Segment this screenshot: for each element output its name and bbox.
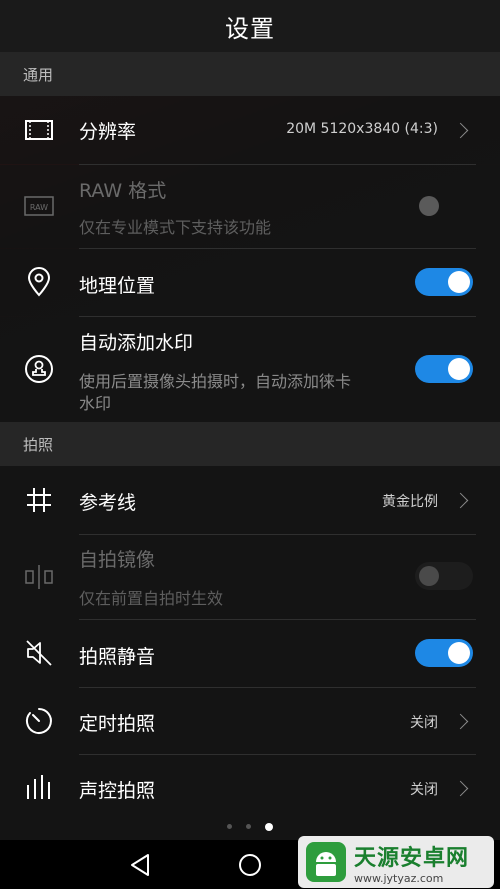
raw-toggle — [415, 192, 473, 220]
chevron-right-icon — [452, 492, 469, 509]
watermark-toggle[interactable] — [415, 355, 473, 383]
grid-icon — [27, 488, 51, 512]
setting-label: 自拍镜像 — [79, 549, 156, 571]
section-label: 拍照 — [23, 435, 54, 454]
page-dot — [227, 824, 232, 829]
timer-icon — [25, 708, 52, 734]
setting-label: 分辨率 — [79, 121, 137, 143]
resolution-icon — [25, 120, 53, 140]
setting-shutter-mute[interactable]: 拍照静音 — [0, 620, 500, 687]
chevron-right-icon — [452, 122, 469, 139]
setting-timer[interactable]: 定时拍照 关闭 — [0, 688, 500, 754]
setting-label: 地理位置 — [79, 275, 156, 297]
mirror-toggle — [415, 562, 473, 590]
setting-label: 定时拍照 — [79, 713, 156, 735]
mute-toggle[interactable] — [415, 639, 473, 667]
page-dot — [246, 824, 251, 829]
setting-value: 黄金比例 — [382, 494, 438, 510]
setting-description: 仅在专业模式下支持该功能 — [79, 218, 272, 237]
setting-selfie-mirror: 自拍镜像 仅在前置自拍时生效 — [0, 535, 500, 619]
raw-icon: RAW — [24, 196, 54, 216]
chevron-right-icon — [452, 713, 469, 730]
chevron-right-icon — [452, 780, 469, 797]
home-circle-icon[interactable] — [235, 850, 265, 880]
setting-location[interactable]: 地理位置 — [0, 249, 500, 316]
section-label: 通用 — [23, 65, 54, 84]
speaker-mute-icon — [26, 640, 52, 666]
setting-resolution[interactable]: 分辨率 20M 5120x3840 (4:3) — [0, 96, 500, 164]
setting-label: 拍照静音 — [79, 646, 156, 668]
setting-label: 声控拍照 — [79, 780, 156, 802]
setting-description-line1: 使用后置摄像头拍摄时，自动添加徕卡 — [79, 372, 352, 391]
page-title: 设置 — [225, 14, 275, 43]
section-header-photo: 拍照 — [0, 422, 500, 466]
location-pin-icon — [27, 267, 51, 297]
page-indicator — [0, 823, 500, 831]
android-logo-icon — [306, 842, 346, 882]
setting-description-line2: 水印 — [79, 394, 112, 413]
watermark-title: 天源安卓网 — [354, 845, 470, 871]
setting-label: 自动添加水印 — [79, 332, 194, 354]
setting-raw-format: RAW RAW 格式 仅在专业模式下支持该功能 — [0, 165, 500, 248]
mirror-icon — [25, 565, 53, 589]
watermark-stamp-icon — [25, 355, 53, 383]
location-toggle[interactable] — [415, 268, 473, 296]
setting-value: 关闭 — [410, 782, 438, 798]
setting-voice-capture[interactable]: 声控拍照 关闭 — [0, 755, 500, 821]
setting-auto-watermark[interactable]: 自动添加水印 使用后置摄像头拍摄时，自动添加徕卡 水印 — [0, 317, 500, 422]
app-header: 设置 — [0, 0, 500, 52]
svg-text:RAW: RAW — [30, 203, 48, 212]
setting-label: 参考线 — [79, 492, 137, 514]
back-triangle-icon[interactable] — [126, 850, 156, 880]
setting-grid-lines[interactable]: 参考线 黄金比例 — [0, 466, 500, 534]
voice-bars-icon — [27, 775, 50, 799]
setting-value: 关闭 — [410, 715, 438, 731]
section-header-general: 通用 — [0, 52, 500, 96]
setting-value: 20M 5120x3840 (4:3) — [286, 121, 438, 137]
watermark-url: www.jytyaz.com — [354, 871, 444, 885]
page-dot-active — [265, 823, 273, 831]
setting-description: 仅在前置自拍时生效 — [79, 589, 224, 608]
site-watermark: 天源安卓网 www.jytyaz.com — [298, 836, 494, 888]
setting-label: RAW 格式 — [79, 180, 167, 202]
